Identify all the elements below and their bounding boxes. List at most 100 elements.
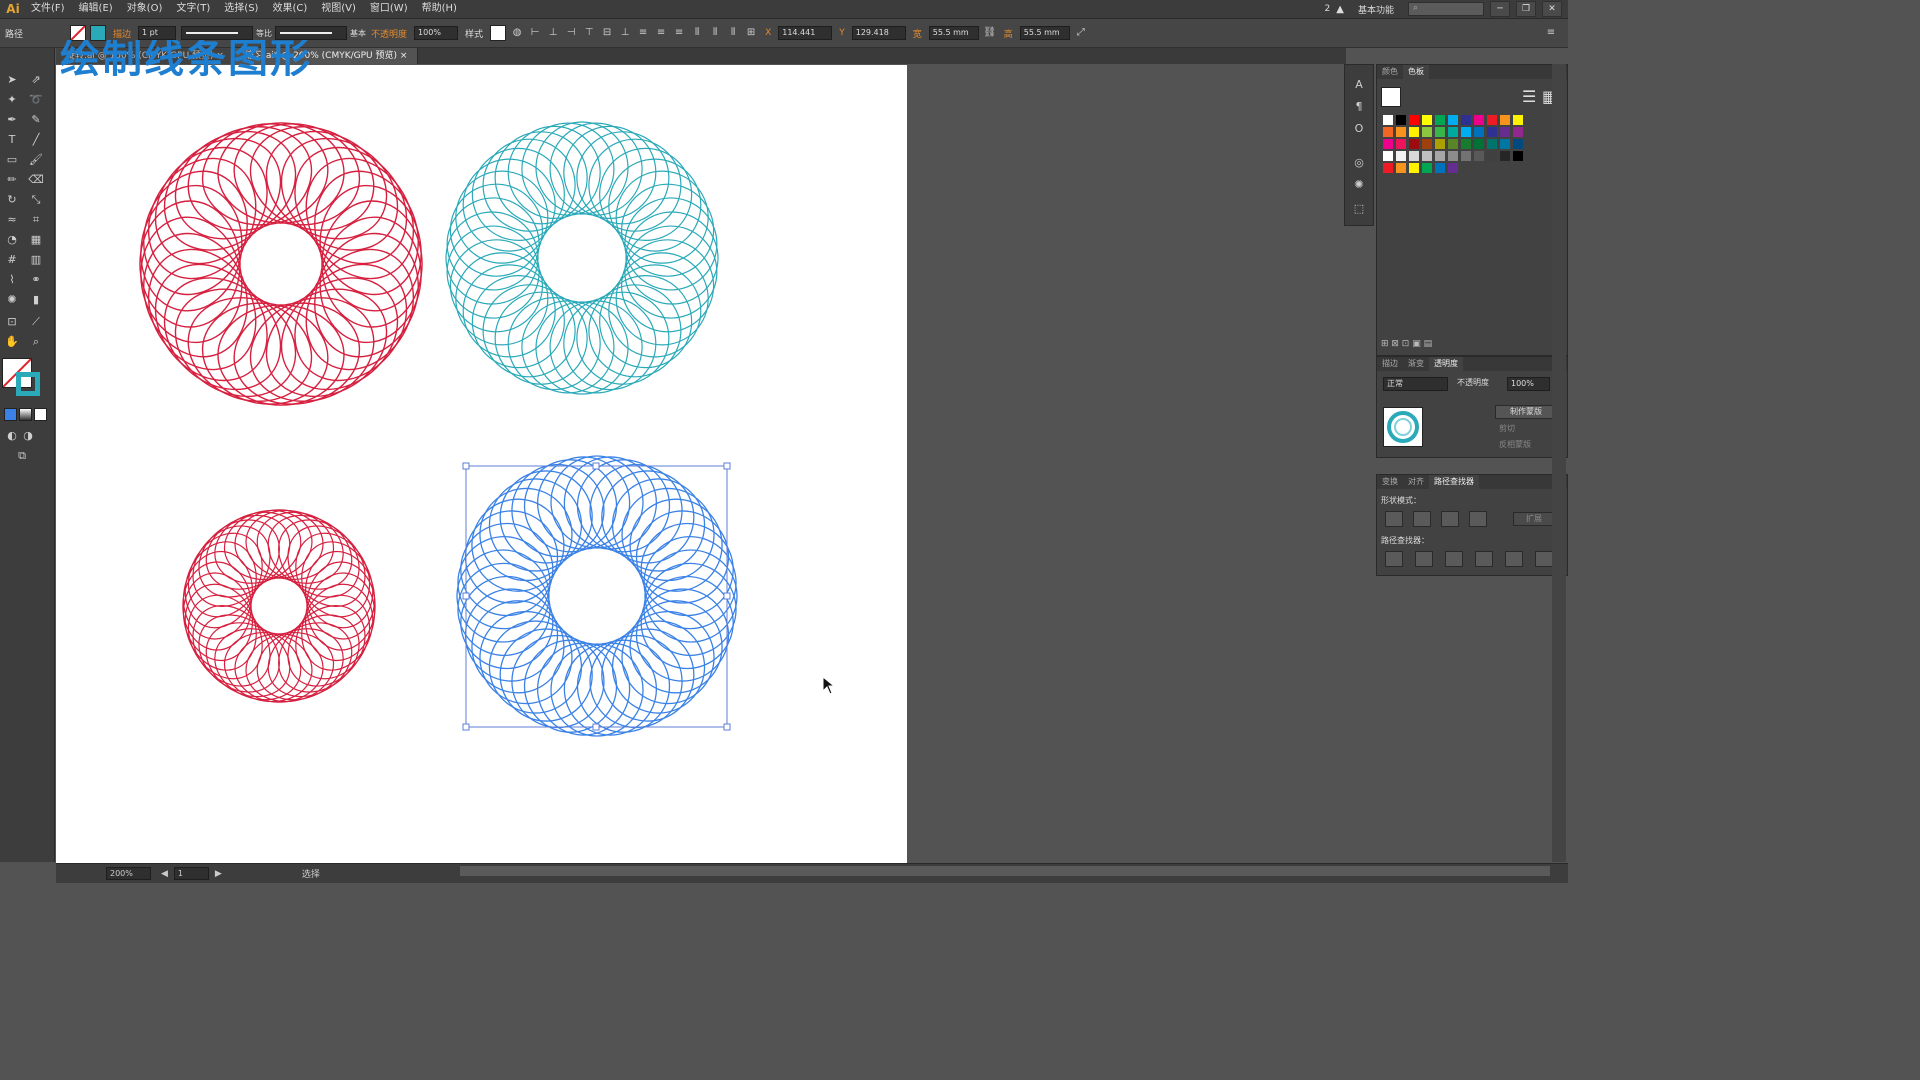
- color-swatch[interactable]: [1487, 115, 1497, 125]
- make-mask-button[interactable]: 制作蒙版: [1495, 405, 1557, 419]
- resize-handle[interactable]: [592, 462, 600, 470]
- invert-mask-checkbox[interactable]: 反相蒙版: [1499, 439, 1531, 450]
- resize-handle[interactable]: [462, 462, 470, 470]
- color-swatch[interactable]: [1474, 151, 1484, 161]
- tab-gradient[interactable]: 渐变: [1403, 357, 1429, 371]
- blue-spirograph-selected[interactable]: [456, 455, 738, 737]
- horizontal-scrollbar[interactable]: [460, 866, 1550, 876]
- artboard-number-field[interactable]: 1: [173, 867, 209, 880]
- tab-pathfinder[interactable]: 路径查找器: [1429, 475, 1479, 489]
- color-swatch[interactable]: [1448, 115, 1458, 125]
- next-artboard-icon[interactable]: ▶: [215, 869, 222, 879]
- paragraph-panel-icon[interactable]: ¶: [1351, 99, 1367, 115]
- clip-checkbox[interactable]: 剪切: [1499, 423, 1515, 434]
- minus-back-icon[interactable]: [1535, 551, 1553, 567]
- color-swatch[interactable]: [1448, 163, 1458, 173]
- color-swatch[interactable]: [1383, 151, 1393, 161]
- color-swatch[interactable]: [1383, 139, 1393, 149]
- resize-handle[interactable]: [723, 723, 731, 731]
- prev-artboard-icon[interactable]: ◀: [161, 869, 168, 879]
- color-swatch[interactable]: [1474, 127, 1484, 137]
- color-swatch[interactable]: [1474, 139, 1484, 149]
- character-panel-icon[interactable]: A: [1351, 77, 1367, 93]
- tab-stroke[interactable]: 描边: [1377, 357, 1403, 371]
- color-swatch[interactable]: [1409, 127, 1419, 137]
- color-swatch[interactable]: [1396, 139, 1406, 149]
- color-swatch[interactable]: [1513, 115, 1523, 125]
- list-view-icon[interactable]: ☰: [1522, 87, 1536, 106]
- swatch-libraries-icon[interactable]: ⊞ ⊠ ⊡ ▣ ▤: [1381, 339, 1432, 349]
- color-swatch[interactable]: [1435, 151, 1445, 161]
- color-swatch[interactable]: [1422, 139, 1432, 149]
- color-swatch[interactable]: [1422, 115, 1432, 125]
- resize-handle[interactable]: [462, 723, 470, 731]
- zoom-field[interactable]: 200%: [106, 867, 151, 880]
- color-swatch[interactable]: [1383, 115, 1393, 125]
- divide-icon[interactable]: [1385, 551, 1403, 567]
- color-swatch[interactable]: [1461, 115, 1471, 125]
- color-swatch[interactable]: [1513, 127, 1523, 137]
- trim-icon[interactable]: [1415, 551, 1433, 567]
- color-swatch[interactable]: [1500, 115, 1510, 125]
- resize-handle[interactable]: [592, 723, 600, 731]
- color-swatch[interactable]: [1396, 163, 1406, 173]
- color-swatch[interactable]: [1500, 139, 1510, 149]
- tab-transparency[interactable]: 透明度: [1429, 357, 1463, 371]
- crop-icon[interactable]: [1475, 551, 1493, 567]
- color-swatch[interactable]: [1513, 139, 1523, 149]
- intersect-icon[interactable]: [1441, 511, 1459, 527]
- color-swatch[interactable]: [1422, 163, 1432, 173]
- unite-icon[interactable]: [1385, 511, 1403, 527]
- color-swatch[interactable]: [1435, 127, 1445, 137]
- color-swatch[interactable]: [1383, 163, 1393, 173]
- expand-button[interactable]: 扩展: [1513, 512, 1555, 526]
- object-thumbnail[interactable]: [1383, 407, 1423, 447]
- appearance-panel-icon[interactable]: ◎: [1351, 155, 1367, 171]
- color-swatch[interactable]: [1474, 115, 1484, 125]
- tab-align[interactable]: 对齐: [1403, 475, 1429, 489]
- graphic-styles-panel-icon[interactable]: ✺: [1351, 177, 1367, 193]
- teal-spirograph[interactable]: [445, 121, 719, 395]
- color-swatch[interactable]: [1422, 127, 1432, 137]
- outline-icon[interactable]: [1505, 551, 1523, 567]
- color-swatch[interactable]: [1422, 151, 1432, 161]
- active-fill-swatch[interactable]: [1381, 87, 1401, 107]
- red-spirograph-small[interactable]: [174, 501, 385, 712]
- color-swatch[interactable]: [1396, 127, 1406, 137]
- color-swatch[interactable]: [1487, 151, 1497, 161]
- resize-handle[interactable]: [723, 462, 731, 470]
- color-swatch[interactable]: [1409, 115, 1419, 125]
- color-swatch[interactable]: [1500, 127, 1510, 137]
- color-swatch[interactable]: [1409, 163, 1419, 173]
- color-swatch[interactable]: [1461, 139, 1471, 149]
- merge-icon[interactable]: [1445, 551, 1463, 567]
- color-swatch[interactable]: [1396, 151, 1406, 161]
- minus-front-icon[interactable]: [1413, 511, 1431, 527]
- exclude-icon[interactable]: [1469, 511, 1487, 527]
- resize-handle[interactable]: [723, 592, 731, 600]
- color-swatch[interactable]: [1448, 127, 1458, 137]
- color-swatch[interactable]: [1383, 127, 1393, 137]
- blend-mode-select[interactable]: 正常: [1383, 377, 1448, 391]
- color-swatch[interactable]: [1487, 127, 1497, 137]
- color-swatch[interactable]: [1448, 151, 1458, 161]
- tab-transform[interactable]: 变换: [1377, 475, 1403, 489]
- export-panel-icon[interactable]: ⬚: [1351, 201, 1367, 217]
- color-swatch[interactable]: [1396, 115, 1406, 125]
- color-swatch[interactable]: [1409, 139, 1419, 149]
- color-swatch[interactable]: [1409, 151, 1419, 161]
- red-spirograph-large[interactable]: [127, 110, 435, 418]
- opacity-input[interactable]: 100%: [1507, 377, 1550, 391]
- vertical-scrollbar[interactable]: [1552, 64, 1566, 862]
- color-swatch[interactable]: [1500, 151, 1510, 161]
- resize-handle[interactable]: [462, 592, 470, 600]
- color-swatch[interactable]: [1513, 151, 1523, 161]
- color-swatch[interactable]: [1435, 139, 1445, 149]
- color-swatch[interactable]: [1435, 163, 1445, 173]
- color-swatch[interactable]: [1487, 139, 1497, 149]
- color-swatch[interactable]: [1435, 115, 1445, 125]
- opentype-panel-icon[interactable]: O: [1351, 121, 1367, 137]
- color-swatch[interactable]: [1461, 151, 1471, 161]
- color-swatch[interactable]: [1461, 127, 1471, 137]
- color-swatch[interactable]: [1448, 139, 1458, 149]
